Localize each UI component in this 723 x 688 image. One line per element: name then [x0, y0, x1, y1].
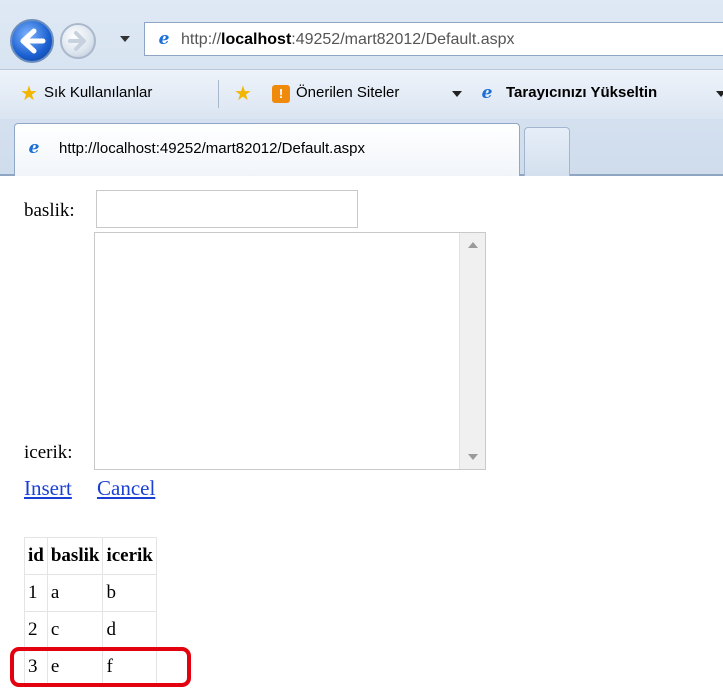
- cell-id: 1: [24, 574, 48, 612]
- internet-explorer-icon: e: [158, 29, 170, 49]
- internet-explorer-icon: e: [481, 83, 493, 103]
- scroll-down-icon[interactable]: [468, 454, 478, 460]
- page-content: baslik: icerik: Insert Cancel id baslik …: [0, 176, 723, 688]
- scroll-up-icon[interactable]: [468, 242, 478, 248]
- table-row: 1 a b: [24, 574, 157, 612]
- upgrade-browser-link[interactable]: Tarayıcınızı Yükseltin: [506, 84, 657, 101]
- url-scheme: http://: [181, 31, 222, 48]
- chevron-down-icon[interactable]: [716, 91, 723, 97]
- url-text[interactable]: http://localhost:49252/mart82012/Default…: [181, 31, 515, 49]
- table-row: 2 c d: [24, 611, 157, 649]
- icerik-label: icerik:: [24, 442, 73, 463]
- column-header-id: id: [24, 537, 48, 575]
- url-host: localhost: [221, 31, 292, 48]
- cell-id: 2: [24, 611, 48, 649]
- suggested-sites-link[interactable]: Önerilen Siteler: [296, 84, 399, 101]
- recent-pages-dropdown-icon[interactable]: [120, 36, 130, 42]
- forward-arrow-icon: [68, 31, 86, 51]
- baslik-label: baslik:: [24, 200, 75, 221]
- favorites-bar: ★ Sık Kullanılanlar ★ ! Önerilen Siteler…: [0, 69, 723, 119]
- url-path: :49252/mart82012/Default.aspx: [291, 31, 515, 48]
- column-header-baslik: baslik: [46, 537, 104, 575]
- favorites-button[interactable]: Sık Kullanılanlar: [44, 84, 152, 101]
- tab-title: http://localhost:49252/mart82012/Default…: [59, 140, 366, 157]
- tab-active[interactable]: e http://localhost:49252/mart82012/Defau…: [14, 123, 520, 176]
- column-header-icerik: icerik: [102, 537, 157, 575]
- address-bar-row: e http://localhost:49252/mart82012/Defau…: [0, 0, 723, 68]
- back-arrow-icon: [20, 28, 46, 54]
- suggested-sites-icon: !: [272, 85, 290, 103]
- table-header-row: id baslik icerik: [24, 537, 157, 575]
- back-button[interactable]: [10, 19, 54, 63]
- cancel-link[interactable]: Cancel: [97, 476, 155, 501]
- cell-baslik: c: [46, 611, 104, 649]
- star-icon: ★: [20, 81, 38, 105]
- tab-strip: e http://localhost:49252/mart82012/Defau…: [0, 119, 723, 176]
- textarea-scrollbar[interactable]: [459, 233, 485, 469]
- cell-icerik: d: [102, 611, 157, 649]
- add-favorite-icon[interactable]: ★: [234, 81, 252, 105]
- icerik-textarea[interactable]: [94, 232, 486, 470]
- chevron-down-icon[interactable]: [452, 91, 462, 97]
- new-tab-button[interactable]: [524, 127, 570, 176]
- insert-link[interactable]: Insert: [24, 476, 72, 501]
- toolbar-separator: [218, 80, 219, 108]
- cell-icerik: b: [102, 574, 157, 612]
- baslik-input[interactable]: [96, 190, 358, 228]
- internet-explorer-icon: e: [28, 138, 40, 158]
- cell-baslik: a: [46, 574, 104, 612]
- forward-button[interactable]: [60, 23, 96, 59]
- highlight-box: [10, 647, 191, 687]
- address-bar[interactable]: e http://localhost:49252/mart82012/Defau…: [144, 22, 723, 56]
- browser-chrome: e http://localhost:49252/mart82012/Defau…: [0, 0, 723, 176]
